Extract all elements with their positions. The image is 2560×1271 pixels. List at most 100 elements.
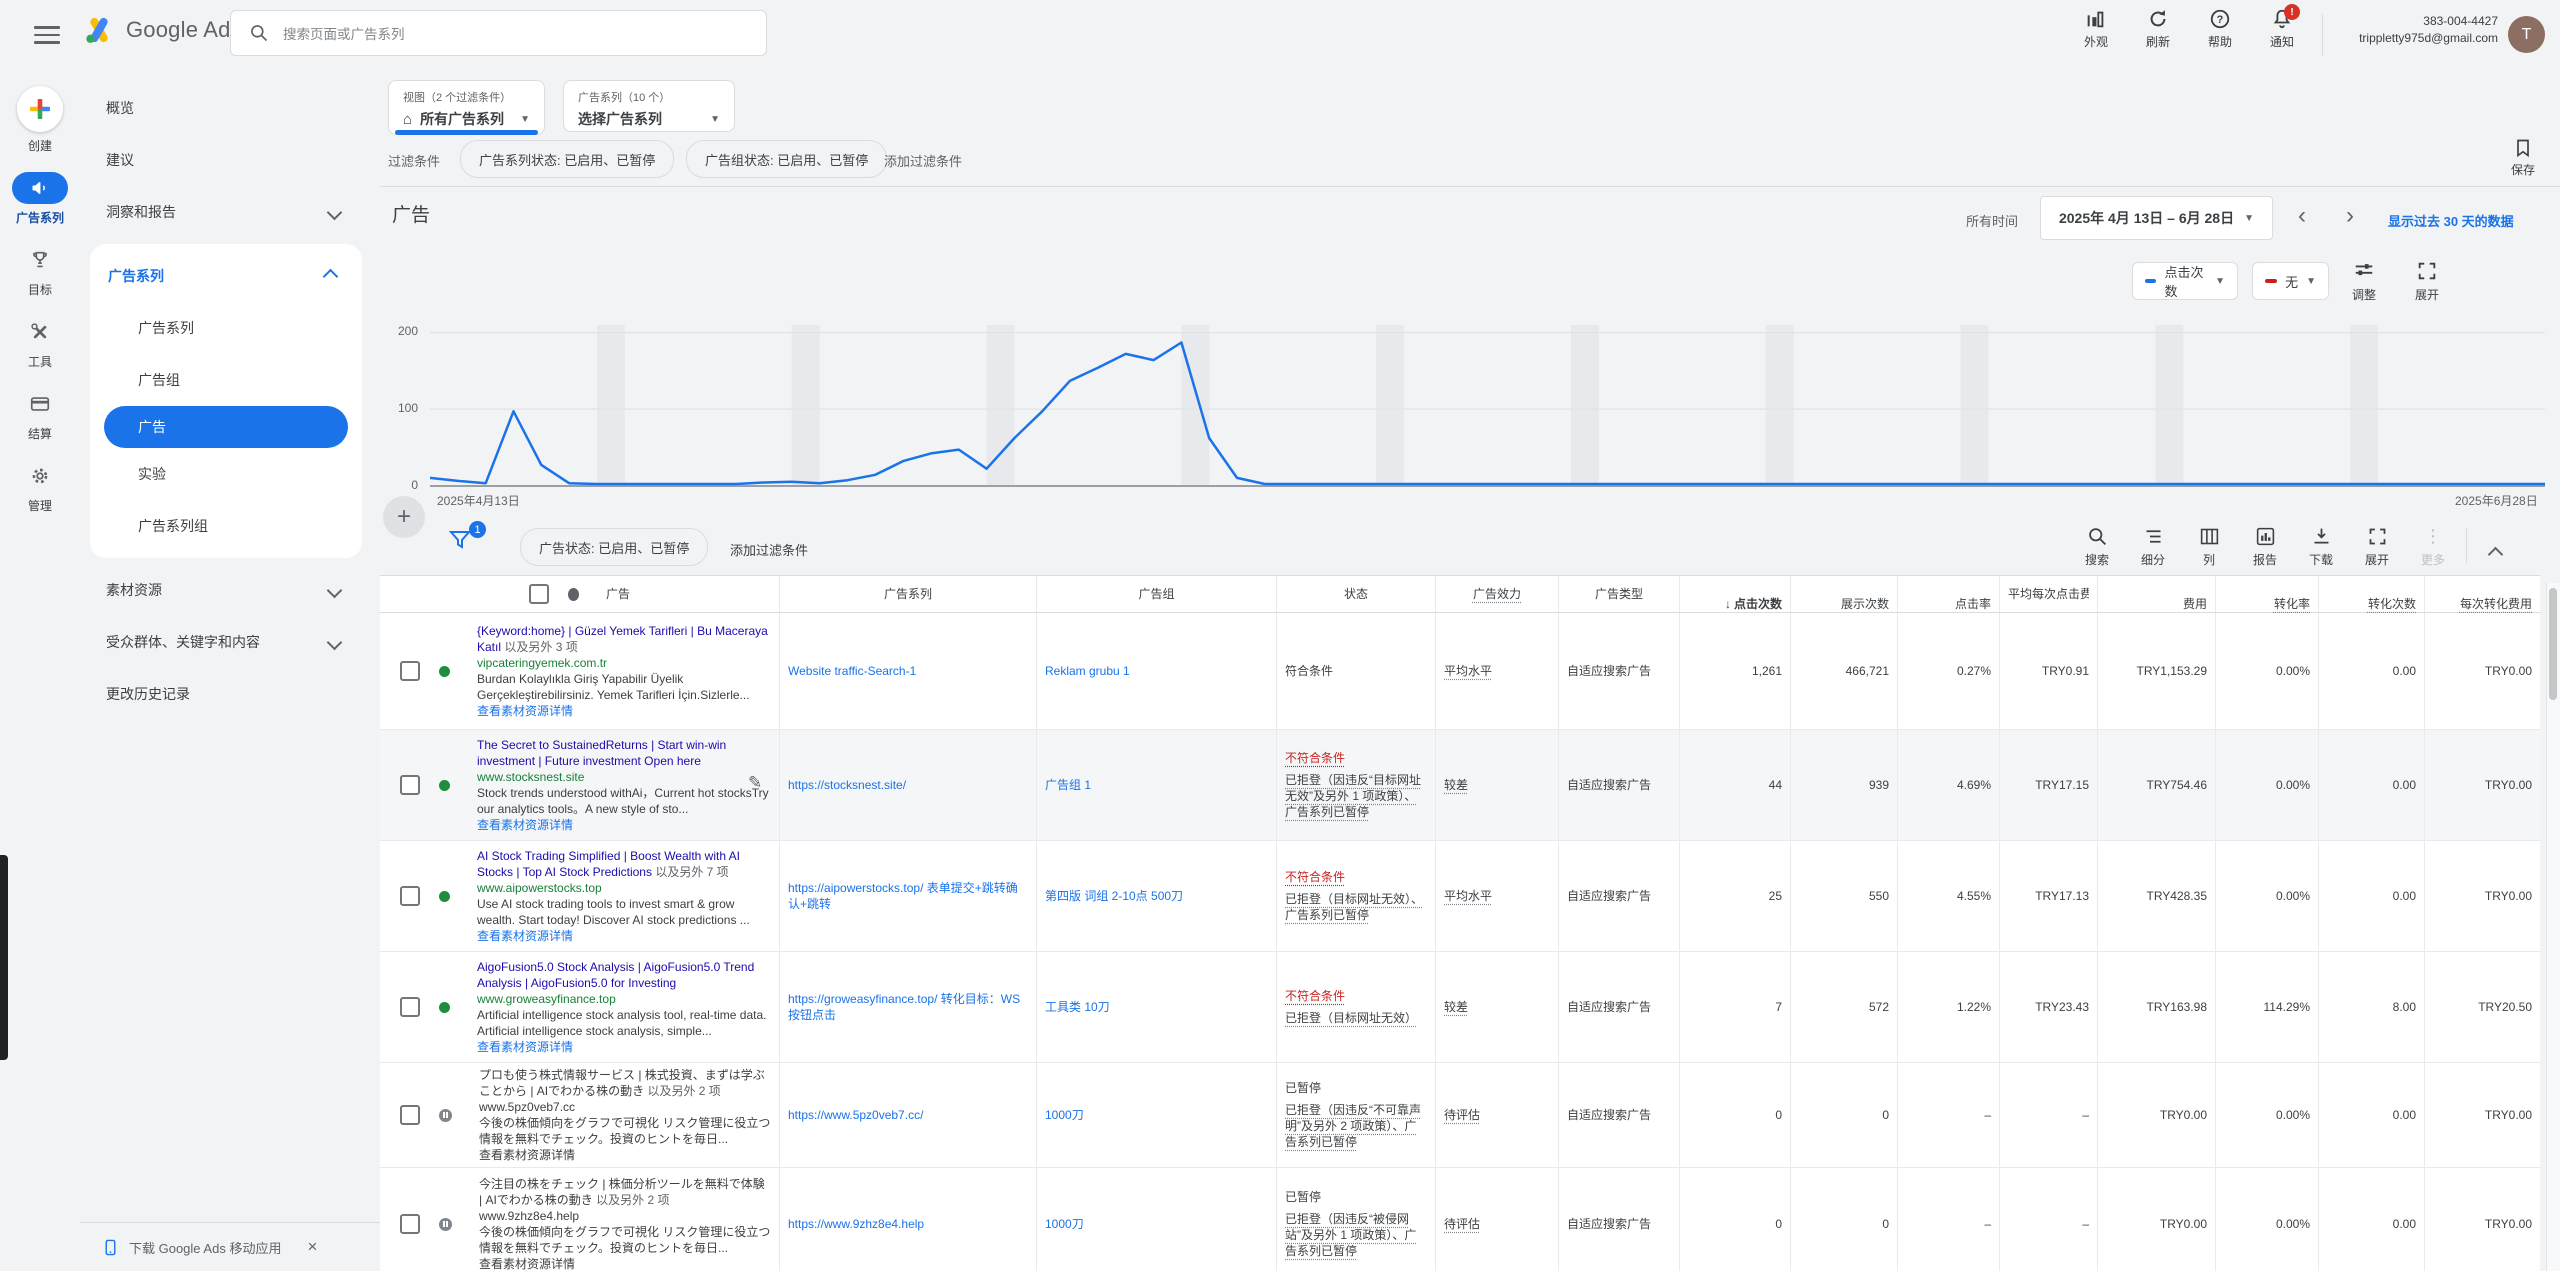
table-row[interactable]: プロも使う株式情報サービス | 株式投資、まずは学ぶことから | AIでわかる株… <box>380 1063 2540 1168</box>
col-clicks-sorted[interactable]: ↓点击次数 <box>1679 576 1790 612</box>
ad-group-link[interactable]: 1000刀 <box>1045 1107 1268 1123</box>
sidebar-item-audiences[interactable]: 受众群体、关键字和内容 <box>80 616 380 668</box>
table-filter-button[interactable]: 1 <box>448 528 478 558</box>
menu-icon[interactable] <box>34 26 60 44</box>
ad-strength[interactable]: 较差 <box>1444 999 1550 1015</box>
filter-chip-adgroup-status[interactable]: 广告组状态: 已启用、已暂停 <box>686 140 887 178</box>
rail-item-goals[interactable]: 目标 <box>0 244 80 298</box>
row-checkbox[interactable] <box>400 1214 420 1234</box>
ad-title[interactable]: AigoFusion5.0 Stock Analysis | AigoFusio… <box>477 960 754 990</box>
rail-item-admin[interactable]: 管理 <box>0 460 80 514</box>
view-asset-details-link[interactable]: 查看素材资源详情 <box>479 1148 575 1162</box>
view-selector[interactable]: 视图（2 个过滤条件） ⌂所有广告系列▼ <box>388 80 545 135</box>
more-button[interactable]: ⋮ 更多 <box>2410 526 2456 568</box>
row-checkbox[interactable] <box>400 886 420 906</box>
rail-item-tools[interactable]: 工具 <box>0 316 80 370</box>
help-button[interactable]: ? 帮助 <box>2196 8 2244 50</box>
col-strength[interactable]: 广告效力 <box>1435 576 1558 612</box>
date-next-button[interactable]: › <box>2346 202 2354 230</box>
table-row[interactable]: The Secret to SustainedReturns | Start w… <box>380 730 2540 841</box>
sidebar-item-assets[interactable]: 素材资源 <box>80 564 380 616</box>
report-button[interactable]: 报告 <box>2242 526 2288 568</box>
secondary-metric-selector[interactable]: 无 ▼ <box>2252 262 2329 300</box>
ad-group-link[interactable]: Reklam grubu 1 <box>1045 663 1268 679</box>
row-checkbox[interactable] <box>400 775 420 795</box>
ad-strength[interactable]: 待评估 <box>1444 1216 1550 1232</box>
date-range-selector[interactable]: 2025年 4月 13日 – 6月 28日 ▼ <box>2040 196 2273 240</box>
refresh-button[interactable]: 刷新 <box>2134 8 2182 50</box>
add-fab-button[interactable]: + <box>383 496 425 538</box>
col-conversions[interactable]: 转化次数 <box>2318 576 2424 612</box>
campaign-link[interactable]: Website traffic-Search-1 <box>788 663 1028 679</box>
ad-strength[interactable]: 待评估 <box>1444 1107 1550 1123</box>
global-search-input[interactable]: 搜索页面或广告系列 <box>230 10 767 56</box>
table-row[interactable]: {Keyword:home} | Güzel Yemek Tarifleri |… <box>380 613 2540 730</box>
sidebar-item-campaigns[interactable]: 广告系列 <box>90 302 362 354</box>
columns-button[interactable]: 列 <box>2186 526 2232 568</box>
add-filter-button[interactable]: 添加过滤条件 <box>884 151 962 170</box>
avatar[interactable]: T <box>2508 16 2545 53</box>
col-conv-rate[interactable]: 转化率 <box>2215 576 2318 612</box>
sidebar-group-campaigns[interactable]: 广告系列 <box>90 250 362 302</box>
clicks-time-series-chart[interactable] <box>430 325 2545 488</box>
notifications-button[interactable]: ! 通知 <box>2258 8 2306 50</box>
status-detail[interactable]: 已拒登（因违反“不可靠声明”及另外 2 项政策）、广告系列已暂停 <box>1285 1102 1427 1150</box>
col-ad[interactable]: 广告 <box>606 586 630 602</box>
ad-group-link[interactable]: 第四版 词组 2-10点 500刀 <box>1045 888 1268 904</box>
ad-group-link[interactable]: 广告组 1 <box>1045 777 1268 793</box>
sidebar-item-ad-groups[interactable]: 广告组 <box>90 354 362 406</box>
row-checkbox[interactable] <box>400 997 420 1017</box>
sidebar-item-experiments[interactable]: 实验 <box>90 448 362 500</box>
download-app-banner[interactable]: 下载 Google Ads 移动应用 × <box>80 1222 380 1271</box>
edit-icon[interactable]: ✎ <box>748 775 762 791</box>
chart-expand-button[interactable]: 展开 <box>2415 260 2439 303</box>
col-impressions[interactable]: 展示次数 <box>1790 576 1897 612</box>
ad-group-link[interactable]: 工具类 10刀 <box>1045 999 1268 1015</box>
chart-adjust-button[interactable]: 调整 <box>2352 260 2376 303</box>
view-asset-details-link[interactable]: 查看素材资源详情 <box>477 704 573 718</box>
sidebar-item-insights[interactable]: 洞察和报告 <box>80 186 380 238</box>
ad-strength[interactable]: 平均水平 <box>1444 888 1550 904</box>
row-checkbox[interactable] <box>400 1105 420 1125</box>
ad-group-link[interactable]: 1000刀 <box>1045 1216 1268 1232</box>
vertical-scrollbar-thumb[interactable] <box>2549 588 2557 700</box>
rail-item-campaigns[interactable]: 广告系列 <box>0 172 80 226</box>
collapse-table-button[interactable] <box>2477 526 2513 568</box>
filter-chip-ad-status[interactable]: 广告状态: 已启用、已暂停 <box>520 528 708 566</box>
table-search-button[interactable]: 搜索 <box>2074 526 2120 568</box>
col-cost[interactable]: 费用 <box>2097 576 2215 612</box>
table-expand-button[interactable]: 展开 <box>2354 526 2400 568</box>
account-info[interactable]: 383-004-4427 trippletty975d@gmail.com <box>2330 13 2498 47</box>
table-row[interactable]: AigoFusion5.0 Stock Analysis | AigoFusio… <box>380 952 2540 1063</box>
status-detail[interactable]: 已拒登（目标网址无效）、广告系列已暂停 <box>1285 891 1427 923</box>
col-avg-cpc[interactable]: 平均每次点击费用 <box>1999 576 2097 612</box>
primary-metric-selector[interactable]: 点击次数 ▼ <box>2132 262 2238 300</box>
sidebar-item-ads-active[interactable]: 广告 <box>104 406 348 448</box>
campaign-link[interactable]: https://groweasyfinance.top/ 转化目标：WS按钮点击 <box>788 991 1028 1023</box>
campaign-link[interactable]: https://stocksnest.site/ <box>788 777 1028 793</box>
col-cost-per-conv[interactable]: 每次转化费用 <box>2424 576 2540 612</box>
status-detail[interactable]: 已拒登（因违反“目标网址无效”及另外 1 项政策）、广告系列已暂停 <box>1285 772 1427 820</box>
row-checkbox[interactable] <box>400 661 420 681</box>
table-row[interactable]: 今注目の株をチェック | 株価分析ツールを無料で体験 | AIでわかる株の動き … <box>380 1168 2540 1271</box>
sidebar-item-campaign-groups[interactable]: 广告系列组 <box>90 500 362 552</box>
google-ads-logo[interactable]: Google Ads <box>82 14 242 46</box>
col-type[interactable]: 广告类型 <box>1558 576 1679 612</box>
ad-strength[interactable]: 较差 <box>1444 777 1550 793</box>
filter-chip-campaign-status[interactable]: 广告系列状态: 已启用、已暂停 <box>460 140 674 178</box>
show-last-30-days-link[interactable]: 显示过去 30 天的数据 <box>2388 211 2514 230</box>
view-asset-details-link[interactable]: 查看素材资源详情 <box>477 1040 573 1054</box>
campaign-selector[interactable]: 广告系列（10 个） 选择广告系列▼ <box>563 80 735 132</box>
col-campaign[interactable]: 广告系列 <box>779 576 1036 612</box>
col-ad-group[interactable]: 广告组 <box>1036 576 1276 612</box>
table-add-filter-button[interactable]: 添加过滤条件 <box>730 540 808 559</box>
save-button[interactable]: 保存 <box>2497 138 2549 178</box>
rail-item-billing[interactable]: 结算 <box>0 388 80 442</box>
rail-item-create[interactable]: 创建 <box>0 86 80 154</box>
ad-strength[interactable]: 平均水平 <box>1444 663 1550 679</box>
status-detail[interactable]: 已拒登（因违反“被侵网站”及另外 1 项政策）、广告系列已暂停 <box>1285 1211 1427 1259</box>
select-all-checkbox[interactable] <box>529 584 549 604</box>
date-prev-button[interactable]: ‹ <box>2298 202 2306 230</box>
ad-title[interactable]: プロも使う株式情報サービス | 株式投資、まずは学ぶことから | AIでわかる株… <box>479 1068 765 1098</box>
view-asset-details-link[interactable]: 查看素材资源详情 <box>477 929 573 943</box>
